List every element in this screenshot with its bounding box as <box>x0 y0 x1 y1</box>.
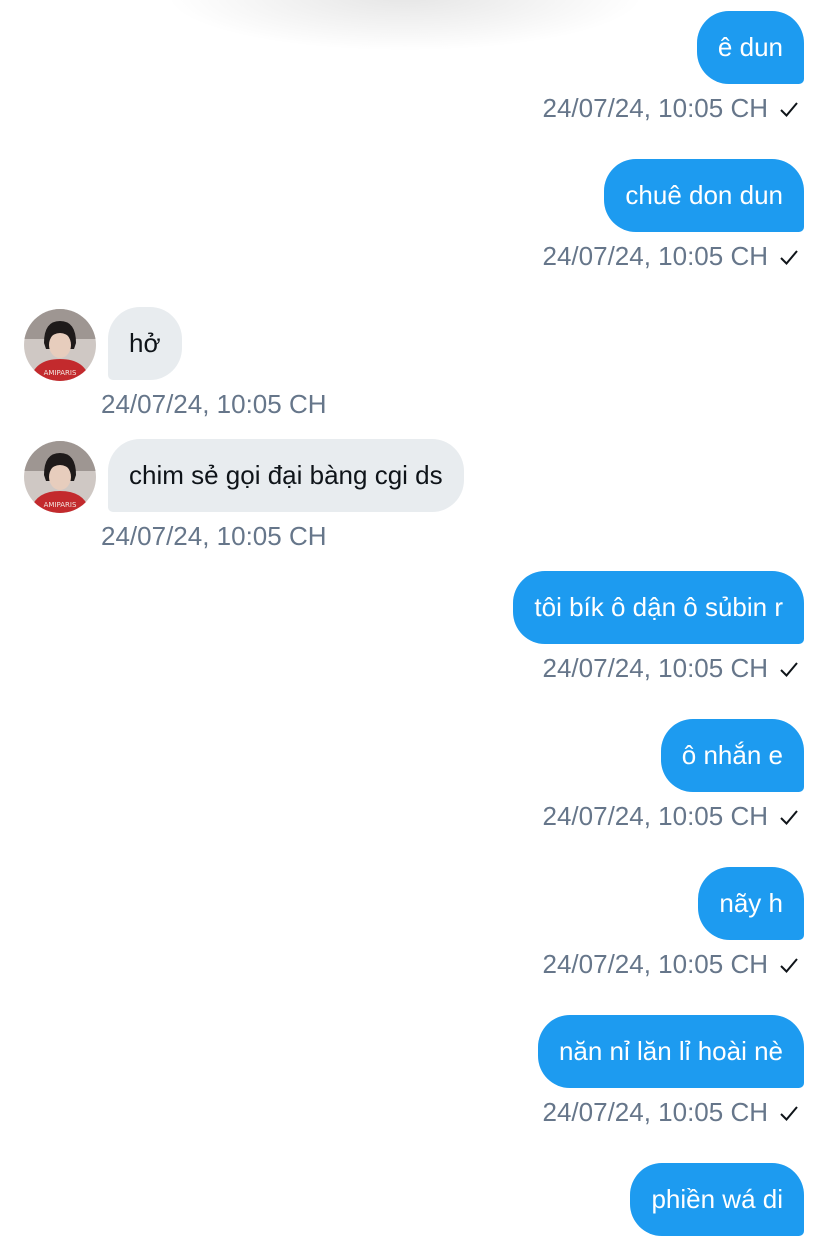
outgoing-message-bubble[interactable]: năn nỉ lăn lỉ hoài nè <box>537 1015 804 1088</box>
outgoing-message-bubble[interactable]: tôi bík ô dận ô sủbin r <box>513 571 804 644</box>
message-timestamp: 24/07/24, 10:05 CH <box>542 801 769 831</box>
message-timestamp: 24/07/24, 10:05 CH <box>101 521 327 551</box>
check-icon <box>780 661 798 677</box>
message-meta: 24/07/24, 10:05 CH <box>543 653 801 684</box>
message-timestamp: 24/07/24, 10:05 CH <box>542 241 769 271</box>
message-timestamp: 24/07/24, 10:05 CH <box>101 389 327 419</box>
check-icon <box>780 1105 798 1121</box>
incoming-message-bubble[interactable]: chim sẻ gọi đại bàng cgi ds <box>108 439 464 512</box>
check-icon <box>780 249 798 265</box>
svg-text:AMIPARIS: AMIPARIS <box>44 501 77 509</box>
outgoing-message-bubble[interactable]: nãy h <box>698 867 804 940</box>
message-timestamp: 24/07/24, 10:05 CH <box>542 1097 769 1127</box>
message-meta: 24/07/24, 10:05 CH <box>543 241 801 272</box>
check-icon <box>780 809 798 825</box>
check-icon <box>780 101 798 117</box>
outgoing-message-bubble[interactable]: phiền wá di <box>630 1163 804 1236</box>
avatar-icon[interactable]: AMIPARIS <box>24 441 96 513</box>
svg-text:AMIPARIS: AMIPARIS <box>44 369 77 377</box>
avatar-icon[interactable]: AMIPARIS <box>24 309 96 381</box>
outgoing-message-bubble[interactable]: ê dun <box>696 11 804 84</box>
message-timestamp: 24/07/24, 10:05 CH <box>542 653 769 683</box>
check-icon <box>780 957 798 973</box>
top-shadow <box>170 0 640 50</box>
incoming-message-bubble[interactable]: hở <box>108 307 182 380</box>
message-timestamp: 24/07/24, 10:05 CH <box>542 93 769 123</box>
outgoing-message-bubble[interactable]: ô nhắn e <box>660 719 804 792</box>
message-meta: 24/07/24, 10:05 CH <box>543 1097 801 1128</box>
message-meta: 24/07/24, 10:05 CH <box>543 93 801 124</box>
message-timestamp: 24/07/24, 10:05 CH <box>542 949 769 979</box>
message-meta: 24/07/24, 10:05 CH <box>543 949 801 980</box>
outgoing-message-bubble[interactable]: chuê don dun <box>604 159 804 232</box>
message-meta: 24/07/24, 10:05 CH <box>543 801 801 832</box>
